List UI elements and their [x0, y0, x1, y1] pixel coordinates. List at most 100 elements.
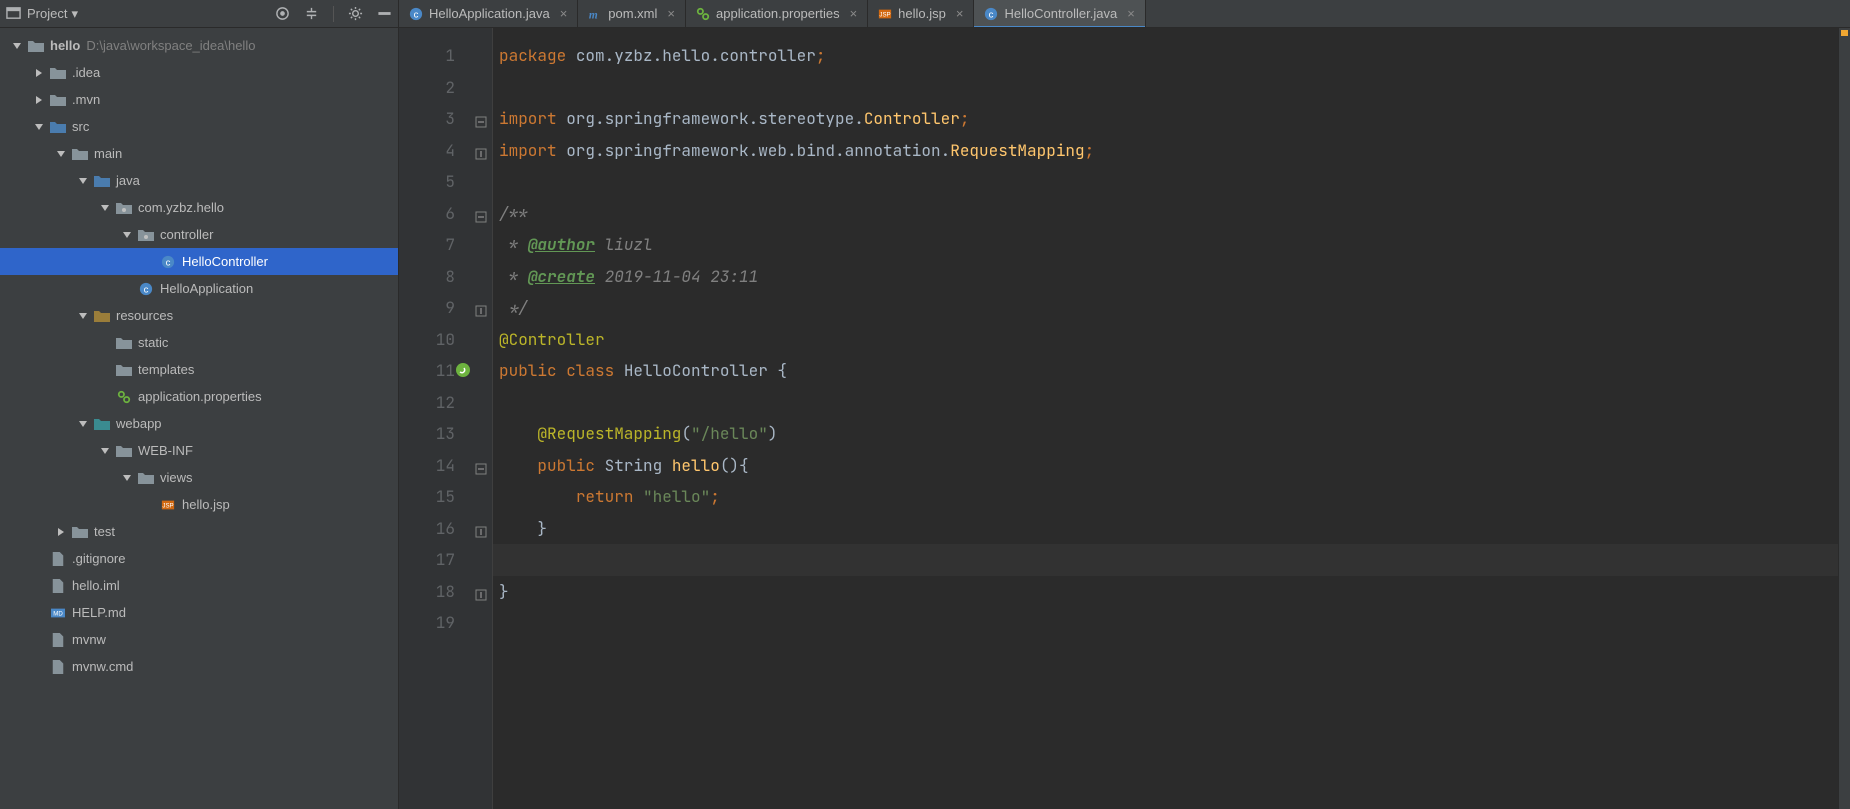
tab-t1[interactable]: HelloApplication.java × [399, 0, 578, 27]
code-line[interactable] [499, 544, 1838, 576]
twisty-down-icon[interactable] [78, 419, 88, 429]
code-line[interactable]: /** [499, 198, 1838, 230]
tree-node-label: hello.jsp [182, 497, 230, 512]
code-line[interactable]: return "hello"; [499, 481, 1838, 513]
fold-open-icon[interactable] [475, 459, 487, 471]
fold-open-icon[interactable] [475, 207, 487, 219]
twisty-down-icon[interactable] [100, 203, 110, 213]
twisty-down-icon[interactable] [122, 473, 132, 483]
editor-tabs: HelloApplication.java × pom.xml × applic… [399, 0, 1850, 27]
tree-node-label: hello.iml [72, 578, 120, 593]
code-line[interactable] [499, 166, 1838, 198]
close-tab-icon[interactable]: × [560, 6, 568, 21]
code-line[interactable]: import org.springframework.stereotype.Co… [499, 103, 1838, 135]
code-line[interactable] [499, 387, 1838, 419]
tree-node[interactable]: HELP.md [0, 599, 398, 626]
code-line[interactable]: public class HelloController { [499, 355, 1838, 387]
twisty-right-icon[interactable] [34, 95, 44, 105]
code-line[interactable]: */ [499, 292, 1838, 324]
tree-node[interactable]: .idea [0, 59, 398, 86]
close-tab-icon[interactable]: × [667, 6, 675, 21]
project-tree[interactable]: helloD:\java\workspace_idea\hello.idea.m… [0, 28, 399, 809]
folder-icon [138, 471, 154, 485]
class-icon [984, 7, 998, 21]
fold-close-icon[interactable] [475, 301, 487, 313]
close-tab-icon[interactable]: × [1127, 6, 1135, 21]
project-panel-title: Project [27, 6, 67, 21]
tree-node[interactable]: webapp [0, 410, 398, 437]
editor-code-area[interactable]: package com.yzbz.hello.controller; impor… [493, 28, 1838, 809]
props-icon [696, 7, 710, 21]
line-number: 11 [399, 355, 455, 387]
tree-node[interactable]: views [0, 464, 398, 491]
tree-node[interactable]: helloD:\java\workspace_idea\hello [0, 32, 398, 59]
line-number: 1 [399, 40, 455, 72]
tree-node[interactable]: resources [0, 302, 398, 329]
tree-node[interactable]: mvnw.cmd [0, 653, 398, 680]
tree-node[interactable]: java [0, 167, 398, 194]
gear-icon[interactable] [348, 6, 363, 21]
fold-open-icon[interactable] [475, 112, 487, 124]
twisty-down-icon[interactable] [100, 446, 110, 456]
twisty-down-icon[interactable] [34, 122, 44, 132]
code-line[interactable] [499, 607, 1838, 639]
tree-node[interactable]: mvnw [0, 626, 398, 653]
close-tab-icon[interactable]: × [850, 6, 858, 21]
line-number: 8 [399, 261, 455, 293]
tree-node[interactable]: com.yzbz.hello [0, 194, 398, 221]
tree-node[interactable]: src [0, 113, 398, 140]
file-icon [50, 633, 66, 647]
tree-node-label: controller [160, 227, 213, 242]
tree-node[interactable]: WEB-INF [0, 437, 398, 464]
spring-bean-icon[interactable] [455, 362, 471, 378]
code-line[interactable] [499, 72, 1838, 104]
code-line[interactable]: * @author liuzl [499, 229, 1838, 261]
tree-node[interactable]: static [0, 329, 398, 356]
twisty-down-icon[interactable] [12, 41, 22, 51]
hide-panel-icon[interactable] [377, 6, 392, 21]
tab-t4[interactable]: hello.jsp × [868, 0, 974, 27]
tree-node[interactable]: hello.jsp [0, 491, 398, 518]
tree-node[interactable]: hello.iml [0, 572, 398, 599]
code-line[interactable]: @Controller [499, 324, 1838, 356]
fold-close-icon[interactable] [475, 144, 487, 156]
editor-scrollbar[interactable] [1838, 28, 1850, 809]
tree-node[interactable]: .mvn [0, 86, 398, 113]
project-panel-dropdown-icon[interactable]: ▾ [71, 6, 78, 22]
tree-node[interactable]: test [0, 518, 398, 545]
collapse-all-icon[interactable] [304, 6, 319, 21]
tree-node-label: application.properties [138, 389, 262, 404]
tree-node[interactable]: application.properties [0, 383, 398, 410]
twisty-down-icon[interactable] [78, 311, 88, 321]
code-line[interactable]: } [499, 576, 1838, 608]
twisty-down-icon[interactable] [122, 230, 132, 240]
close-tab-icon[interactable]: × [956, 6, 964, 21]
tree-node[interactable]: HelloController [0, 248, 398, 275]
tree-node[interactable]: .gitignore [0, 545, 398, 572]
fold-close-icon[interactable] [475, 585, 487, 597]
code-line[interactable]: * @create 2019-11-04 23:11 [499, 261, 1838, 293]
line-number: 10 [399, 324, 455, 356]
twisty-right-icon[interactable] [56, 527, 66, 537]
twisty-down-icon[interactable] [56, 149, 66, 159]
code-line[interactable]: @RequestMapping("/hello") [499, 418, 1838, 450]
tree-node[interactable]: controller [0, 221, 398, 248]
code-editor[interactable]: 12345678910111213141516171819 package co… [399, 28, 1850, 809]
editor-fold-gutter[interactable] [473, 28, 493, 809]
tab-t2[interactable]: pom.xml × [578, 0, 686, 27]
project-panel-header[interactable]: Project ▾ [0, 0, 399, 27]
twisty-down-icon[interactable] [78, 176, 88, 186]
code-line[interactable]: package com.yzbz.hello.controller; [499, 40, 1838, 72]
tree-node[interactable]: main [0, 140, 398, 167]
code-line[interactable]: public String hello(){ [499, 450, 1838, 482]
tree-node-path: D:\java\workspace_idea\hello [86, 38, 255, 53]
tree-node[interactable]: HelloApplication [0, 275, 398, 302]
code-line[interactable]: } [499, 513, 1838, 545]
fold-close-icon[interactable] [475, 522, 487, 534]
tree-node[interactable]: templates [0, 356, 398, 383]
tab-t3[interactable]: application.properties × [686, 0, 868, 27]
twisty-right-icon[interactable] [34, 68, 44, 78]
code-line[interactable]: import org.springframework.web.bind.anno… [499, 135, 1838, 167]
target-icon[interactable] [275, 6, 290, 21]
tab-t5[interactable]: HelloController.java × [974, 0, 1145, 27]
